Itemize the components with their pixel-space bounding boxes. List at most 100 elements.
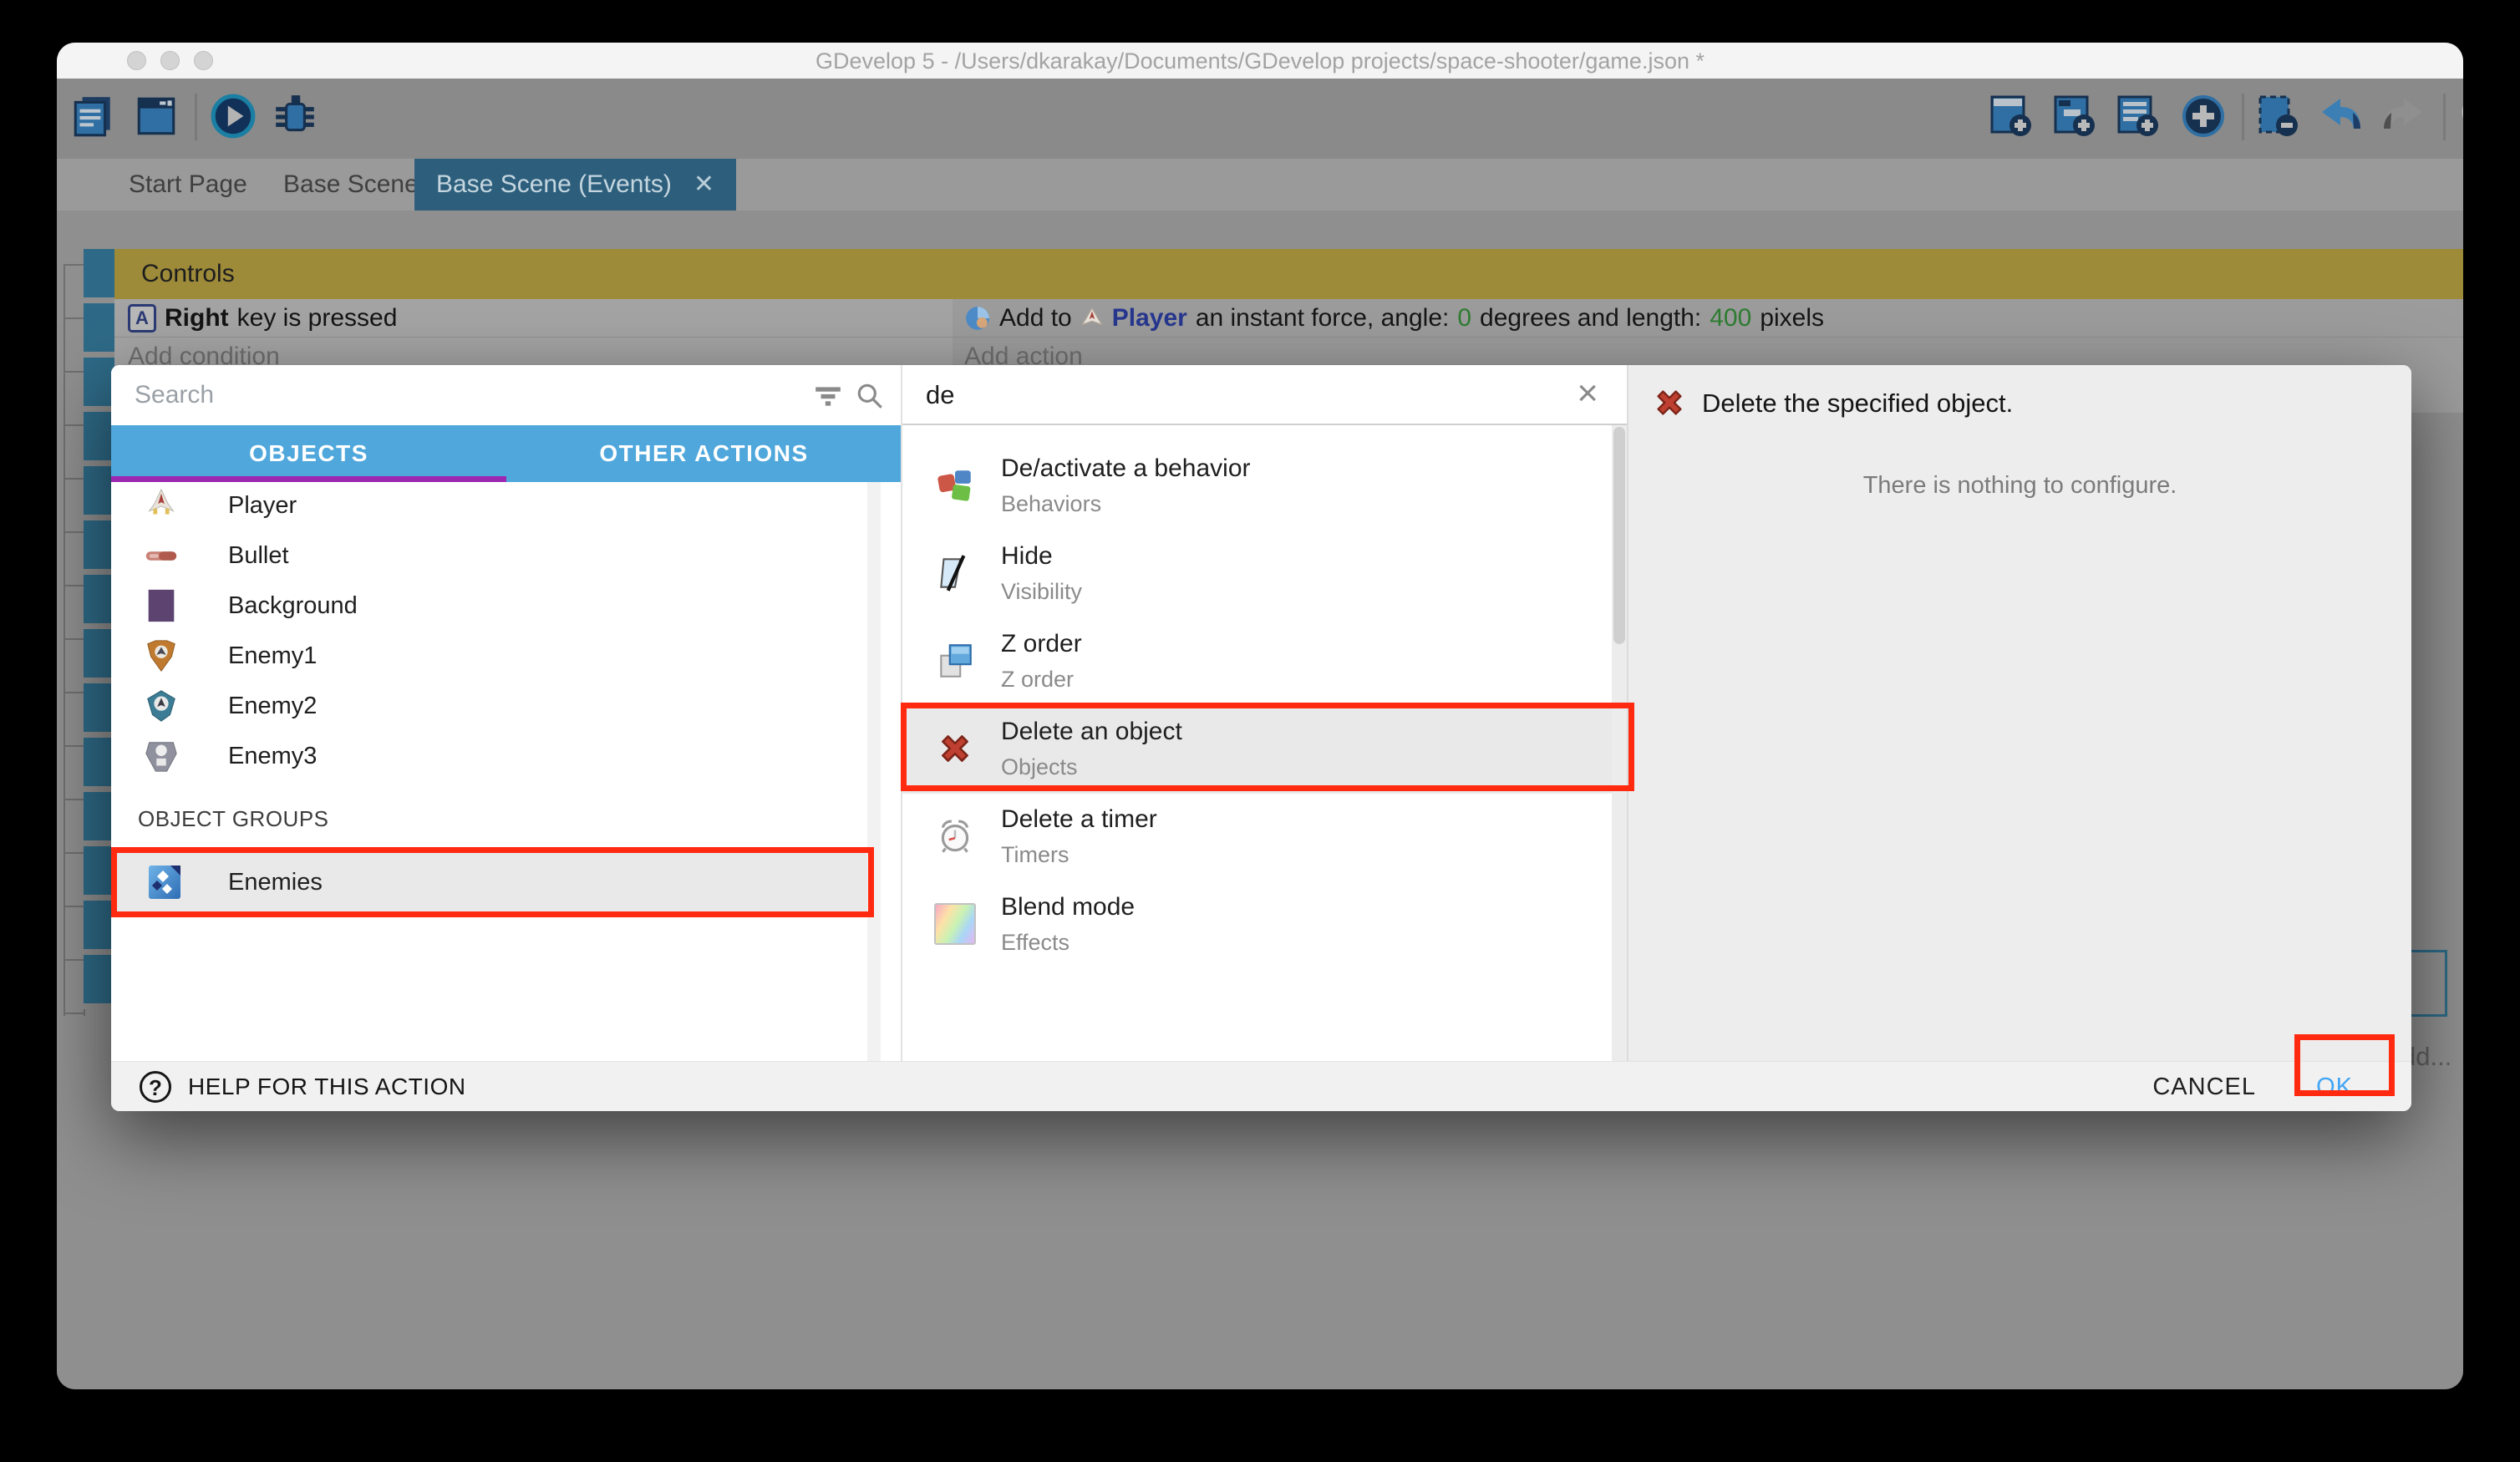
action-title: Blend mode — [1001, 893, 1135, 921]
tab-label: Start Page — [129, 170, 247, 199]
scene-editor-icon[interactable] — [132, 92, 180, 140]
object-label: Enemy2 — [228, 681, 317, 731]
action-category: Timers — [1001, 842, 1069, 868]
action-title: Z order — [1001, 630, 1082, 658]
debug-icon[interactable] — [271, 92, 319, 140]
main-toolbar — [57, 79, 2463, 159]
delete-x-icon — [1650, 383, 1689, 422]
action-category: Visibility — [1001, 579, 1082, 605]
toolbar-divider — [2443, 94, 2446, 140]
object-row-bullet[interactable]: Bullet — [111, 530, 874, 581]
event-handles — [84, 249, 114, 1009]
tab-label: OTHER ACTIONS — [599, 440, 808, 467]
add-event-icon[interactable] — [1987, 92, 2035, 140]
enemy2-ship-icon — [143, 688, 180, 724]
action-category: Behaviors — [1001, 491, 1101, 517]
action-title: Hide — [1001, 542, 1053, 571]
object-groups-header: OBJECT GROUPS — [138, 806, 329, 832]
action-length: 400 — [1710, 304, 1751, 333]
action-unit: pixels — [1760, 304, 1824, 333]
add-comment-icon[interactable] — [2114, 92, 2162, 140]
add-subevent-icon[interactable] — [2050, 92, 2099, 140]
cancel-button[interactable]: CANCEL — [2152, 1062, 2256, 1112]
tab-label: OBJECTS — [249, 440, 368, 467]
redo-icon[interactable] — [2380, 92, 2429, 140]
object-label: Player — [228, 480, 297, 530]
action-title: Delete a timer — [1001, 805, 1157, 834]
tab-objects[interactable]: OBJECTS — [111, 425, 506, 482]
add-circle-icon[interactable] — [2179, 92, 2228, 140]
titlebar: GDevelop 5 - /Users/dkarakay/Documents/G… — [57, 43, 2463, 79]
object-row-enemy2[interactable]: Enemy2 — [111, 681, 874, 731]
toolbar-divider — [195, 94, 197, 140]
action-category: Z order — [1001, 667, 1074, 693]
action-description: Delete the specified object. — [1702, 388, 2013, 419]
tab-label: Base Scene (Events) — [436, 170, 672, 199]
event-condition[interactable]: A Right key is pressed — [114, 299, 953, 338]
action-mid2: degrees and length: — [1480, 304, 1701, 333]
events-sheet-icon[interactable] — [69, 92, 117, 140]
player-ship-icon — [143, 487, 180, 524]
player-mini-icon — [1080, 307, 1104, 330]
force-icon — [964, 305, 991, 332]
dialog-footer: ? HELP FOR THIS ACTION CANCEL OK — [111, 1061, 2411, 1111]
help-icon[interactable]: ? — [140, 1071, 171, 1103]
event-gutter — [64, 264, 85, 1016]
background-icon — [143, 587, 180, 624]
action-category: Effects — [1001, 930, 1069, 956]
window-title: GDevelop 5 - /Users/dkarakay/Documents/G… — [57, 43, 2463, 79]
action-search-field[interactable]: de × — [902, 365, 1627, 425]
action-mid: an instant force, angle: — [1196, 304, 1450, 333]
object-label: Enemy3 — [228, 731, 317, 781]
enemy3-ship-icon — [143, 738, 180, 774]
z-order-icon — [934, 640, 976, 682]
remove-event-icon[interactable] — [2253, 92, 2302, 140]
scrollbar-thumb[interactable] — [1613, 427, 1625, 644]
scrollbar[interactable] — [867, 482, 881, 1061]
action-item-hide[interactable]: Hide Visibility — [902, 530, 1612, 618]
event-action[interactable]: Add to Player an instant force, angle: 0… — [953, 299, 2463, 338]
help-button[interactable]: HELP FOR THIS ACTION — [188, 1062, 466, 1112]
object-label: Enemy1 — [228, 631, 317, 681]
event-group-header[interactable]: Controls — [114, 249, 2463, 299]
filter-icon[interactable] — [813, 381, 843, 411]
annotation-box-ok — [2294, 1034, 2395, 1096]
search-icon[interactable] — [2456, 92, 2463, 140]
blend-mode-icon — [934, 903, 976, 945]
object-row-enemy3[interactable]: Enemy3 — [111, 731, 874, 781]
search-placeholder: Search — [135, 365, 214, 425]
action-angle: 0 — [1457, 304, 1471, 333]
object-row-player[interactable]: Player — [111, 480, 874, 530]
action-add: Add to — [999, 304, 1072, 333]
behavior-icon — [934, 464, 976, 506]
object-row-enemy1[interactable]: Enemy1 — [111, 631, 874, 681]
enemy1-ship-icon — [143, 637, 180, 674]
object-search-field[interactable]: Search — [111, 365, 901, 425]
action-item-z-order[interactable]: Z order Z order — [902, 618, 1612, 706]
search-query: de — [926, 365, 954, 425]
hide-icon — [934, 552, 976, 594]
condition-key: Right — [165, 304, 229, 333]
clear-search-icon[interactable]: × — [1577, 365, 1598, 425]
action-item-delete-timer[interactable]: Delete a timer Timers — [902, 794, 1612, 881]
play-icon[interactable] — [209, 92, 257, 140]
object-row-background[interactable]: Background — [111, 581, 874, 631]
annotation-box-enemies — [111, 847, 874, 917]
tab-other-actions[interactable]: OTHER ACTIONS — [506, 425, 902, 482]
tab-base-scene-events[interactable]: Base Scene (Events) ✕ — [414, 159, 736, 211]
tab-start-page[interactable]: Start Page — [107, 159, 269, 211]
screenshot-stage: GDevelop 5 - /Users/dkarakay/Documents/G… — [0, 0, 2520, 1462]
action-title: De/activate a behavior — [1001, 454, 1251, 483]
action-item-deactivate-behavior[interactable]: De/activate a behavior Behaviors — [902, 443, 1612, 530]
action-item-blend-mode[interactable]: Blend mode Effects — [902, 881, 1612, 969]
action-object: Player — [1112, 304, 1187, 333]
close-tab-icon[interactable]: ✕ — [694, 172, 714, 197]
clipped-button-outline — [2409, 950, 2447, 1017]
undo-icon[interactable] — [2315, 92, 2364, 140]
keyboard-key-icon: A — [128, 304, 156, 333]
toolbar-divider — [2242, 94, 2244, 140]
bullet-icon — [143, 537, 180, 574]
object-label: Bullet — [228, 530, 289, 581]
nothing-to-configure-text: There is nothing to configure. — [1628, 472, 2411, 500]
search-icon[interactable] — [855, 381, 885, 411]
